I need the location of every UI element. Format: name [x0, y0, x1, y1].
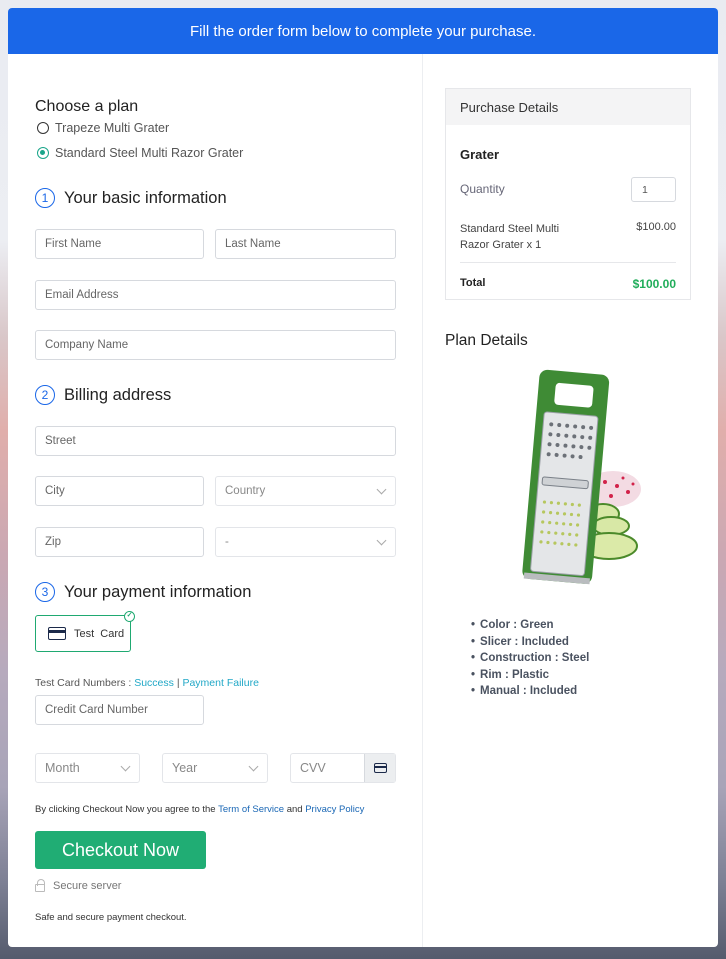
safe-checkout-text: Safe and secure payment checkout. [35, 912, 187, 923]
purchase-details: Purchase Details Grater Quantity 1 Stand… [445, 88, 691, 300]
banner-text: Fill the order form below to complete yo… [190, 22, 536, 40]
country-value: Country [225, 485, 266, 497]
divider [460, 262, 676, 263]
credit-card-icon [373, 763, 387, 773]
radio-button[interactable] [37, 122, 49, 134]
section-title: Your basic information [64, 188, 227, 207]
first-name-input[interactable]: First Name [35, 229, 204, 259]
year-select[interactable]: Year [162, 753, 268, 783]
plan-specs-list: Color : Green Slicer : Included Construc… [471, 617, 589, 700]
test-card-numbers: Test Card Numbers : Success | Payment Fa… [35, 677, 259, 689]
street-input[interactable]: Street [35, 426, 396, 456]
terms-text: By clicking Checkout Now you agree to th… [35, 804, 364, 815]
product-image [522, 369, 641, 585]
chevron-down-icon [376, 535, 387, 545]
terms-prefix: By clicking Checkout Now you agree to th… [35, 804, 219, 815]
cvv-card-button[interactable] [364, 754, 395, 782]
month-value: Month [45, 761, 80, 775]
credit-card-icon [48, 627, 66, 640]
purchase-details-header: Purchase Details [446, 89, 690, 125]
section-basic-info: 1 Your basic information [35, 188, 227, 208]
last-name-input[interactable]: Last Name [215, 229, 396, 259]
spec-item: Construction : Steel [471, 650, 589, 667]
total-label: Total [460, 277, 486, 289]
section-billing: 2 Billing address [35, 385, 171, 405]
section-title: Billing address [64, 385, 172, 404]
city-input[interactable]: City [35, 476, 204, 506]
spec-item: Color : Green [471, 617, 589, 634]
terms-of-service-link[interactable]: Term of Service [218, 804, 284, 815]
link-separator: | [176, 677, 180, 689]
payment-method-test-card[interactable]: Test Card ✓ [35, 611, 135, 652]
order-form: Choose a plan Trapeze Multi Grater Stand… [8, 54, 423, 947]
year-value: Year [172, 761, 198, 775]
lock-icon [35, 879, 45, 892]
plan-option-standard-steel[interactable]: Standard Steel Multi Razor Grater [37, 146, 243, 160]
step-number-icon: 1 [35, 188, 55, 208]
chevron-down-icon [120, 761, 131, 771]
section-title: Your payment information [64, 582, 252, 601]
secure-server-label: Secure server [53, 880, 122, 892]
line-item-label: Standard Steel Multi Razor Grater x 1 [460, 223, 560, 251]
quantity-label: Quantity [460, 182, 505, 196]
plan-details-heading: Plan Details [445, 332, 528, 349]
spec-item: Slicer : Included [471, 634, 589, 651]
total-value: $100.00 [632, 277, 676, 291]
summary-panel: Purchase Details Grater Quantity 1 Stand… [423, 54, 718, 947]
check-circle-icon: ✓ [124, 611, 135, 622]
spec-item: Manual : Included [471, 683, 589, 700]
credit-card-number-input[interactable]: Credit Card Number [35, 695, 204, 725]
payment-failure-link[interactable]: Payment Failure [182, 677, 258, 689]
checkout-now-button[interactable]: Checkout Now [35, 831, 206, 869]
chevron-down-icon [376, 484, 387, 494]
test-card-numbers-label: Test Card Numbers : [35, 677, 135, 689]
cvv-input[interactable]: CVV [290, 753, 396, 783]
state-value: - [225, 536, 229, 548]
zip-input[interactable]: Zip [35, 527, 204, 557]
step-number-icon: 3 [35, 582, 55, 602]
section-payment: 3 Your payment information [35, 582, 251, 602]
plan-option-label: Standard Steel Multi Razor Grater [55, 146, 244, 160]
spec-item: Rim : Plastic [471, 667, 589, 684]
secure-server: Secure server [35, 879, 122, 892]
quantity-input[interactable]: 1 [631, 177, 676, 202]
state-select[interactable]: - [215, 527, 396, 557]
product-name: Grater [460, 147, 500, 162]
privacy-policy-link[interactable]: Privacy Policy [305, 804, 364, 815]
success-link[interactable]: Success [134, 677, 174, 689]
plan-option-trapeze[interactable]: Trapeze Multi Grater [37, 121, 169, 135]
chevron-down-icon [248, 761, 259, 771]
header-banner: Fill the order form below to complete yo… [8, 8, 718, 54]
plan-option-label: Trapeze Multi Grater [55, 121, 170, 135]
choose-plan-heading: Choose a plan [35, 98, 139, 115]
email-input[interactable]: Email Address [35, 280, 396, 310]
cvv-placeholder: CVV [300, 761, 326, 775]
line-item-price: $100.00 [636, 221, 676, 233]
company-input[interactable]: Company Name [35, 330, 396, 360]
step-number-icon: 2 [35, 385, 55, 405]
payment-method-label: Test Card [74, 627, 125, 640]
checkout-card: Fill the order form below to complete yo… [8, 8, 718, 947]
country-select[interactable]: Country [215, 476, 396, 506]
terms-middle: and [284, 804, 306, 815]
radio-button-selected[interactable] [37, 147, 49, 159]
month-select[interactable]: Month [35, 753, 140, 783]
